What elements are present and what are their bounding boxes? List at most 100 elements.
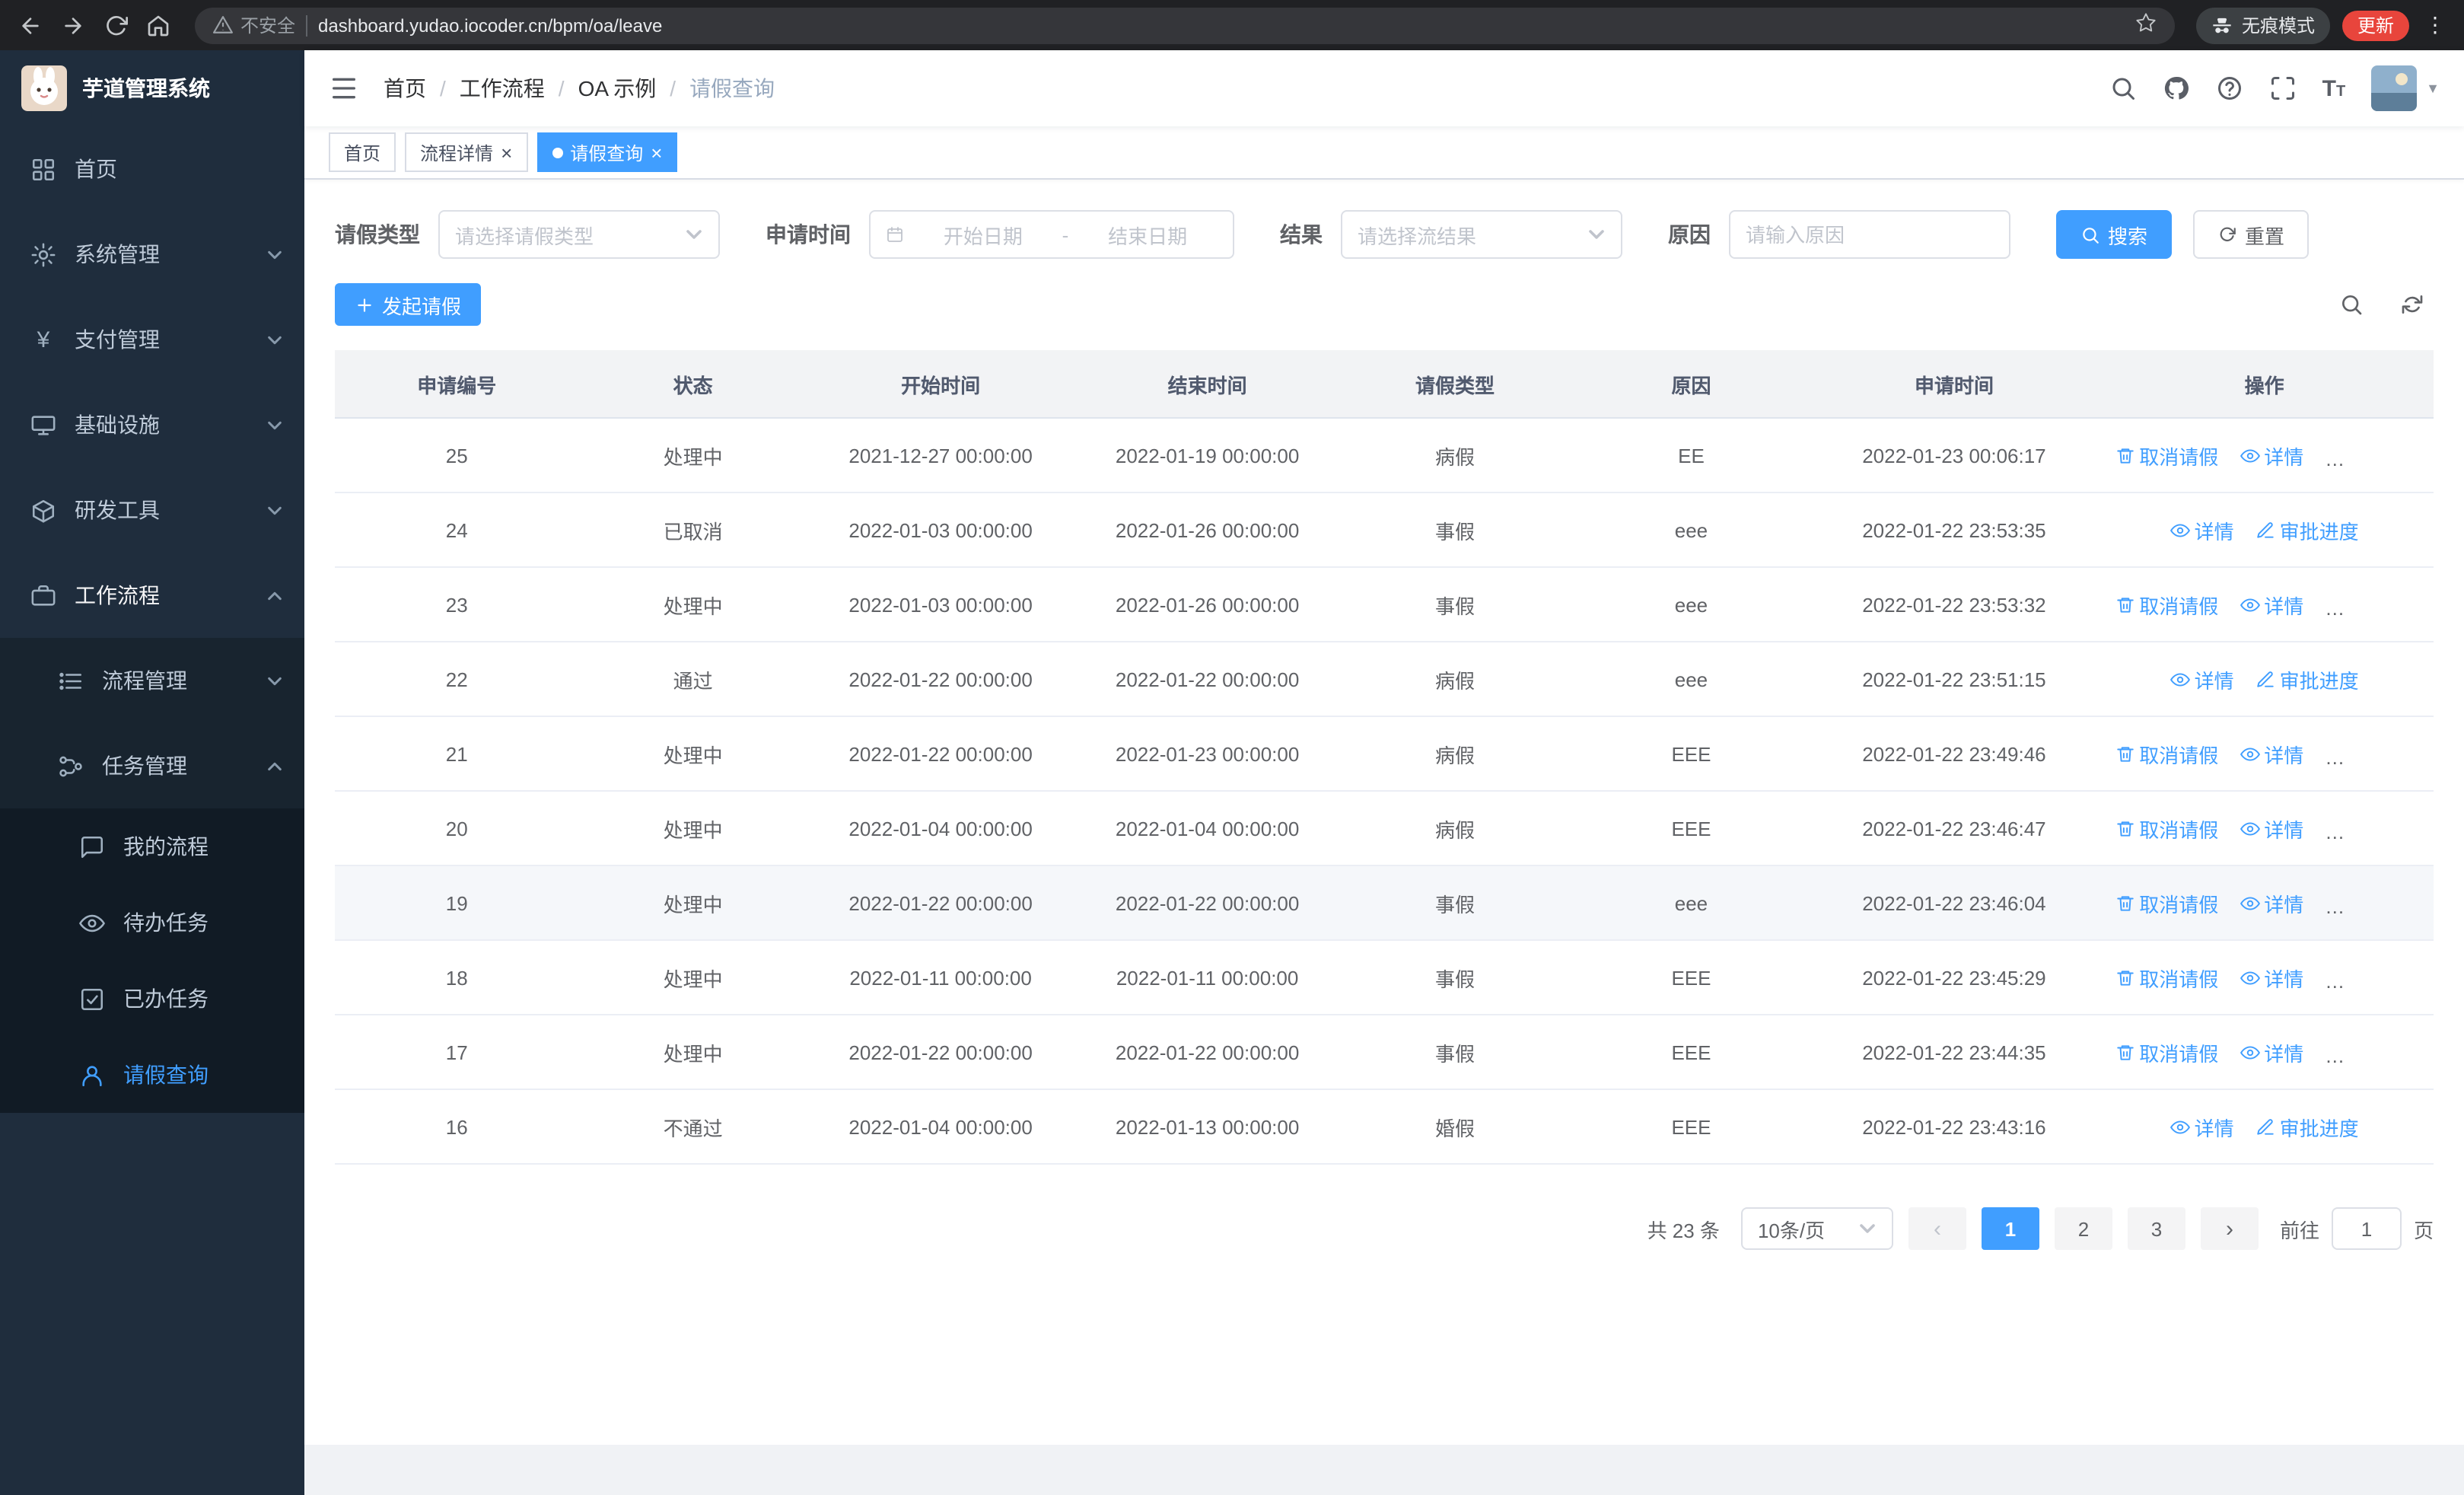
sidebar-item-task-mgmt[interactable]: 任务管理	[0, 723, 304, 808]
cancel-leave-link[interactable]: 取消请假	[2115, 963, 2218, 992]
sidebar-item-label: 首页	[75, 157, 117, 181]
cancel-leave-link[interactable]: 取消请假	[2115, 590, 2218, 619]
refresh-icon	[2220, 226, 2236, 241]
table-row: 25 处理中 2021-12-27 00:00:00 2022-01-19 00:00…	[335, 418, 2434, 493]
tags-view: 首页 流程详情 × 请假查询 ×	[304, 126, 2464, 180]
user-menu[interactable]: ▼	[2371, 65, 2440, 111]
detail-link[interactable]: 详情	[2240, 963, 2303, 992]
app-logo[interactable]: 芋道管理系统	[0, 50, 304, 126]
action-label: 取消请假	[2139, 893, 2219, 916]
sidebar-item-home[interactable]: 首页	[0, 126, 304, 212]
trash-icon	[2115, 818, 2135, 838]
sidebar-item-leave-query[interactable]: 请假查询	[0, 1037, 304, 1113]
detail-link[interactable]: 详情	[2240, 739, 2303, 768]
sidebar-item-system[interactable]: 系统管理	[0, 212, 304, 297]
detail-link[interactable]: 详情	[2170, 515, 2234, 544]
action-label: 详情	[2264, 445, 2304, 468]
sidebar-item-dev-tools[interactable]: 研发工具	[0, 467, 304, 553]
detail-link[interactable]: 详情	[2170, 665, 2234, 693]
detail-link[interactable]: 详情	[2170, 1112, 2234, 1141]
page-button-2[interactable]: 2	[2054, 1207, 2112, 1250]
address-bar[interactable]: 不安全 dashboard.yudao.iocoder.cn/bpm/oa/le…	[195, 7, 2175, 43]
refresh-table-icon[interactable]	[2400, 292, 2424, 317]
bookmark-star-icon[interactable]	[2135, 12, 2157, 38]
cancel-leave-link[interactable]: 取消请假	[2115, 1038, 2218, 1066]
goto-page-input[interactable]	[2331, 1207, 2402, 1250]
not-secure-chip[interactable]: 不安全	[213, 12, 295, 38]
sidebar-item-todo-tasks[interactable]: 待办任务	[0, 885, 304, 961]
approval-progress-link[interactable]: 审批进度	[2255, 665, 2359, 693]
sidebar-item-label: 工作流程	[75, 583, 160, 607]
cell-actions: 取消请假 详情 审批进度	[2095, 418, 2434, 493]
search-button[interactable]: 搜索	[2056, 210, 2173, 259]
cancel-leave-link[interactable]: 取消请假	[2115, 888, 2218, 917]
cell-status: 处理中	[578, 716, 807, 792]
apply-time-range-picker[interactable]: 开始日期 - 结束日期	[869, 210, 1234, 259]
detail-link[interactable]: 详情	[2240, 888, 2303, 917]
browser-back-icon[interactable]	[15, 10, 46, 40]
tab-home[interactable]: 首页	[329, 132, 396, 172]
tab-process-detail[interactable]: 流程详情 ×	[405, 132, 528, 172]
browser-update-button[interactable]: 更新	[2341, 10, 2409, 40]
sidebar-item-my-process[interactable]: 我的流程	[0, 808, 304, 885]
reset-button[interactable]: 重置	[2193, 210, 2310, 259]
github-icon[interactable]	[2163, 75, 2190, 102]
plus-icon	[358, 298, 371, 311]
fullscreen-icon[interactable]	[2269, 75, 2297, 102]
cancel-leave-link[interactable]: 取消请假	[2115, 441, 2218, 470]
breadcrumb-item[interactable]: OA 示例	[578, 73, 657, 104]
collapse-sidebar-icon[interactable]	[329, 73, 359, 104]
toggle-search-icon[interactable]	[2339, 292, 2364, 317]
sidebar-item-infra[interactable]: 基础设施	[0, 382, 304, 467]
table-row: 20 处理中 2022-01-04 00:00:00 2022-01-04 00:00…	[335, 791, 2434, 866]
browser-forward-icon[interactable]	[58, 10, 88, 40]
cell-start-time: 2022-01-04 00:00:00	[807, 791, 1074, 866]
action-label: 审批进度	[2349, 967, 2429, 990]
detail-link[interactable]: 详情	[2240, 441, 2303, 470]
page-size-select[interactable]: 10条/页	[1740, 1207, 1893, 1250]
cell-end-time: 2022-01-11 00:00:00	[1074, 940, 1341, 1015]
trash-icon	[2115, 967, 2135, 987]
reason-input[interactable]	[1729, 210, 2010, 259]
help-icon[interactable]	[2216, 75, 2243, 102]
incognito-badge: 无痕模式	[2195, 7, 2330, 43]
page-button-1[interactable]: 1	[1981, 1207, 2039, 1250]
browser-menu-icon[interactable]: ⋮	[2421, 12, 2449, 38]
search-icon	[2083, 227, 2099, 243]
eye-icon	[2240, 1042, 2260, 1062]
close-icon[interactable]: ×	[651, 142, 662, 162]
active-dot	[552, 147, 563, 158]
font-size-icon[interactable]: TT	[2322, 77, 2346, 100]
eye-icon	[79, 910, 105, 936]
dashboard-icon	[30, 156, 56, 182]
breadcrumb-item[interactable]: 工作流程	[460, 73, 545, 104]
cell-apply-time: 2022-01-22 23:51:15	[1813, 642, 2096, 717]
detail-link[interactable]: 详情	[2240, 1038, 2303, 1066]
result-select[interactable]: 请选择流结果	[1341, 210, 1622, 259]
prev-page-button[interactable]: ‹	[1908, 1207, 1966, 1250]
sidebar-item-process-mgmt[interactable]: 流程管理	[0, 638, 304, 723]
sidebar-item-workflow[interactable]: 工作流程	[0, 553, 304, 638]
eye-icon	[2240, 744, 2260, 763]
tab-leave-query[interactable]: 请假查询 ×	[536, 132, 678, 172]
browser-home-icon[interactable]	[143, 10, 173, 40]
breadcrumb-item[interactable]: 首页	[384, 73, 426, 104]
leave-type-select[interactable]: 请选择请假类型	[438, 210, 720, 259]
sidebar-item-payment[interactable]: ¥ 支付管理	[0, 297, 304, 382]
page-button-3[interactable]: 3	[2127, 1207, 2185, 1250]
detail-link[interactable]: 详情	[2240, 814, 2303, 843]
search-icon[interactable]	[2109, 75, 2137, 102]
cancel-leave-link[interactable]: 取消请假	[2115, 739, 2218, 768]
approval-progress-link[interactable]: 审批进度	[2255, 1112, 2359, 1141]
detail-link[interactable]: 详情	[2240, 590, 2303, 619]
tab-label: 首页	[344, 142, 381, 164]
close-icon[interactable]: ×	[501, 142, 512, 162]
sidebar-item-done-tasks[interactable]: 已办任务	[0, 961, 304, 1037]
approval-progress-link[interactable]: 审批进度	[2255, 515, 2359, 544]
action-label: 详情	[2264, 967, 2304, 990]
cancel-leave-link[interactable]: 取消请假	[2115, 814, 2218, 843]
cell-start-time: 2022-01-03 00:00:00	[807, 567, 1074, 642]
create-leave-button[interactable]: 发起请假	[335, 283, 482, 326]
browser-refresh-icon[interactable]	[100, 10, 131, 40]
next-page-button[interactable]: ›	[2200, 1207, 2259, 1250]
